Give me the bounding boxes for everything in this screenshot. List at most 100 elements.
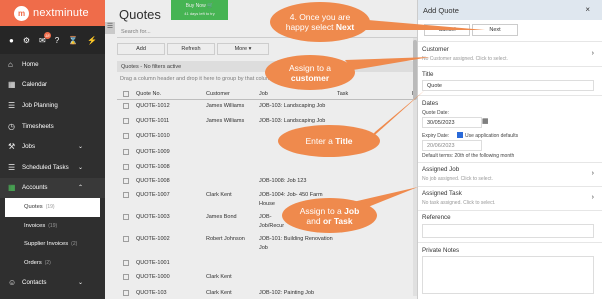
sidebar-item-label: Jobs [22,143,36,151]
chevron-right-icon[interactable]: › [592,50,594,57]
expiry-date-input[interactable]: 20/06/2023 [422,140,482,151]
sidebar-item-contacts[interactable]: ☺ Contacts ⌄ [0,272,105,293]
sidebar-item-jobs[interactable]: ⚒ Jobs ⌄ [0,136,105,157]
home-icon: ⌂ [8,59,13,69]
count-badge: (2) [71,241,78,248]
cancel-button[interactable]: Cancel [424,24,470,36]
assigned-task-label: Assigned Task [422,190,462,197]
sidebar: m nextminute ● ⚙ ✉ 18 ? ⌛ ⚡ ⌂ Home ▦ Calend… [0,0,105,299]
bolt-icon[interactable]: ⚡ [87,36,97,45]
sidebar-item-timesheets[interactable]: ◷ Timesheets [0,116,105,137]
assigned-job-label: Assigned Job [422,166,460,173]
customer-field[interactable]: No Customer assigned. Click to select. [422,56,508,62]
sidebar-item-label: Job Planning [22,101,58,109]
sidebar-item-label: Supplier Invoices [24,241,69,248]
contacts-icon: ☺ [8,277,17,287]
divider [418,66,602,67]
panel-header: Add Quote × [418,0,602,20]
mail-badge: 18 [43,31,51,39]
callout-bold: Job [344,205,360,216]
callout-bold: Task [333,215,353,226]
help-icon[interactable]: ? [55,36,59,45]
callout-text: Assign to a Job [300,206,360,216]
sidebar-item-invoices[interactable]: Invoices (19) [0,217,105,236]
sidebar-item-label: Calendar [22,81,48,89]
divider [418,242,602,243]
callout-bold: Title [335,136,353,146]
top-icon-bar: ● ⚙ ✉ 18 ? ⌛ ⚡ [0,26,105,54]
brand-logo[interactable]: m nextminute [0,0,105,26]
sidebar-item-calendar[interactable]: ▦ Calendar [0,75,105,96]
sidebar-item-orders[interactable]: Orders (2) [0,254,105,273]
quote-date-label: Quote Date: [422,110,449,116]
sidebar-item-home[interactable]: ⌂ Home [0,54,105,75]
add-quote-panel: Add Quote × Cancel Next Customer No Custo… [417,0,602,299]
panel-title: Add Quote [423,6,459,15]
calendar-icon[interactable]: ▦ [482,117,489,125]
gear-icon[interactable]: ⚙ [23,36,30,45]
next-button[interactable]: Next [472,24,518,36]
dates-label: Dates [422,100,439,107]
callout-text: 4. Once you are [289,12,351,22]
accounts-icon: ▦ [8,183,16,193]
callout-bold: customer [290,72,330,83]
logo-mark: m [14,5,29,21]
chevron-down-icon: ⌄ [77,144,83,151]
assigned-task-field[interactable]: No task assigned. Click to select. [422,200,495,206]
callout-text: Enter a Title [305,136,352,146]
use-defaults-label: Use application defaults [465,133,519,139]
chevron-right-icon[interactable]: › [592,194,594,201]
callout-bold: or [322,215,332,226]
sidebar-item-supplier-invoices[interactable]: Supplier Invoices (2) [0,235,105,254]
assigned-job-field[interactable]: No job assigned. Click to select. [422,176,493,182]
sidebar-item-quotes[interactable]: Quotes (19) [5,198,100,217]
callout-customer: Assign to a customer [265,55,355,90]
calendar-icon: ▦ [8,80,16,90]
chevron-right-icon[interactable]: › [592,170,594,177]
sidebar-item-label: Home [22,60,39,68]
count-badge: (19) [48,222,58,229]
private-notes-label: Private Notes [422,247,460,254]
hammer-icon: ⚒ [8,142,16,152]
reference-input[interactable] [422,224,594,238]
callout-next: 4. Once you are happy select Next [270,2,370,42]
callout-job-task: Assign to a Job and or Task [282,198,377,233]
mail-icon[interactable]: ✉ 18 [39,31,51,45]
divider [418,186,602,187]
callout-text: Assign to a [288,62,332,73]
callout-bold: Next [335,22,355,32]
sidebar-item-label: Timesheets [22,122,54,130]
private-notes-input[interactable] [422,256,594,294]
tasks-icon: ☰ [8,162,16,172]
callout-text-part: happy select [285,22,334,32]
sidebar-item-job-planning[interactable]: ☰ Job Planning [0,95,105,116]
callout-text-part: Assign to a [299,205,342,216]
reference-label: Reference [422,214,451,221]
count-badge: (2) [44,259,51,266]
divider [418,210,602,211]
close-icon[interactable]: × [585,5,590,14]
list-icon: ☰ [8,100,16,110]
clock-icon: ◷ [8,121,15,131]
callout-text: happy select Next [286,22,355,32]
default-terms-text: Default terms: 20th of the following mon… [422,153,515,159]
logo-text: nextminute [33,7,89,19]
divider [418,41,602,42]
sidebar-item-accounts[interactable]: ▦ Accounts ⌃ [0,177,105,199]
quote-date-input[interactable]: 30/05/2023 [422,117,482,128]
title-input[interactable]: Quote [422,80,594,91]
customer-label: Customer [422,46,449,53]
divider [418,95,602,96]
hourglass-icon[interactable]: ⌛ [68,36,78,45]
sidebar-item-label: Quotes [24,204,43,211]
user-icon[interactable]: ● [9,36,14,45]
sidebar-item-label: Orders [24,259,42,266]
chevron-up-icon: ⌃ [77,185,83,192]
sidebar-nav: ⌂ Home ▦ Calendar ☰ Job Planning ◷ Timesheet… [0,54,105,293]
title-label: Title [422,71,434,78]
sidebar-item-scheduled-tasks[interactable]: ☰ Scheduled Tasks ⌄ [0,157,105,178]
use-defaults-checkbox[interactable] [457,132,463,138]
callout-title: Enter a Title [278,125,380,157]
chevron-down-icon: ⌄ [77,164,83,171]
expiry-date-label: Expiry Date: [422,133,450,139]
